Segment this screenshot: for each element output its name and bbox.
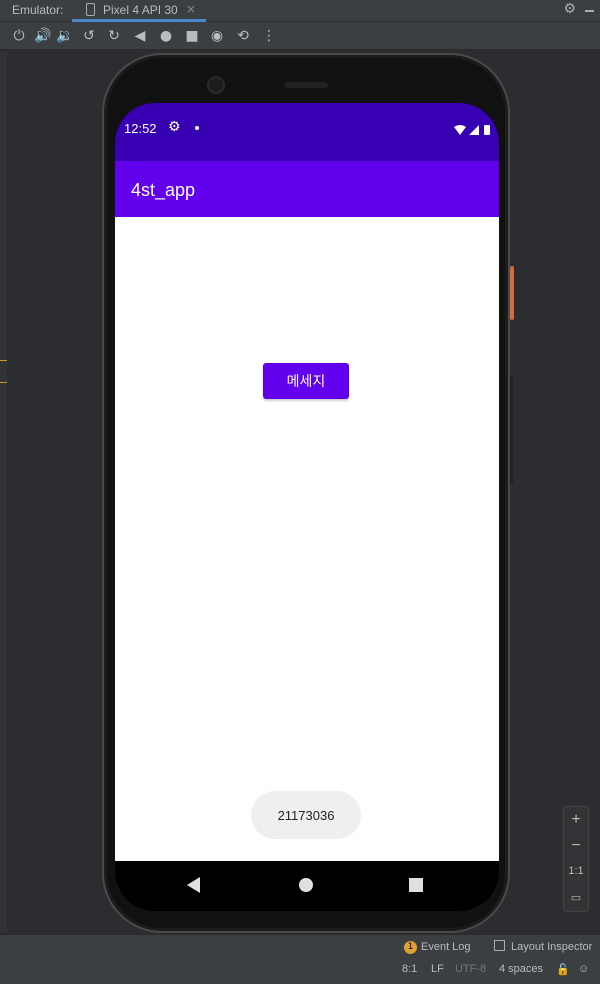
app-title: 4st_app xyxy=(131,180,196,200)
status-time: 12:52 xyxy=(124,121,157,136)
minimize-icon[interactable] xyxy=(585,10,594,12)
phone-screen: 12:52 ⚙ 4st_app 메세지 21173036 xyxy=(115,103,499,911)
volume-side-button[interactable] xyxy=(510,376,513,484)
close-icon[interactable]: × xyxy=(186,2,196,16)
app-bar: 4st_app xyxy=(115,161,499,217)
front-camera xyxy=(207,76,225,94)
android-nav-bar xyxy=(115,861,499,911)
bottom-toolbar: 1 Event Log Layout Inspector xyxy=(0,934,600,960)
camera-icon[interactable]: ◉ xyxy=(208,26,226,46)
nav-back-icon[interactable] xyxy=(187,877,200,893)
indent-setting[interactable]: 4 spaces xyxy=(499,963,543,975)
nav-recents-icon[interactable] xyxy=(409,878,423,892)
rotate-right-icon[interactable]: ↻ xyxy=(105,26,123,46)
tab-pixel-4-api-30[interactable]: Pixel 4 API 30 × xyxy=(72,0,206,22)
emulator-label: Emulator: xyxy=(12,3,64,17)
more-icon[interactable]: ⋮ xyxy=(260,26,278,46)
device-icon xyxy=(86,3,95,16)
emulator-tabbar: Emulator: Pixel 4 API 30 × ⚙ xyxy=(0,0,600,22)
notification-dot-icon xyxy=(195,126,199,130)
inspector-face-icon[interactable]: ☺ xyxy=(578,963,589,975)
volume-down-icon[interactable]: 🔉 xyxy=(56,26,74,46)
app-content: 메세지 21173036 xyxy=(115,217,499,861)
file-encoding[interactable]: UTF-8 xyxy=(455,963,486,975)
ide-status-line: 8:1 LF UTF-8 4 spaces 🔓 ☺ xyxy=(0,960,600,984)
layout-inspector-icon xyxy=(494,940,505,951)
gutter-mark xyxy=(0,382,7,383)
line-separator[interactable]: LF xyxy=(431,963,444,975)
toast-message: 21173036 xyxy=(251,791,361,839)
zoom-out-button[interactable]: − xyxy=(564,837,588,855)
phone-frame: 12:52 ⚙ 4st_app 메세지 21173036 xyxy=(102,53,510,933)
emulator-toolbar: ⏻ 🔊 🔉 ↺ ↻ ◀ ● ■ ◉ ⟲ ⋮ xyxy=(0,22,600,50)
android-status-bar: 12:52 ⚙ xyxy=(115,103,499,161)
rotate-left-icon[interactable]: ↺ xyxy=(80,26,98,46)
settings-gear-icon: ⚙ xyxy=(168,119,181,135)
event-log-button[interactable]: Event Log xyxy=(421,941,471,953)
tab-label: Pixel 4 API 30 xyxy=(103,3,178,17)
message-button[interactable]: 메세지 xyxy=(263,363,349,399)
snapshot-icon[interactable]: ⟲ xyxy=(234,26,252,46)
event-log-count-badge: 1 xyxy=(404,941,417,954)
gutter-mark xyxy=(0,360,7,361)
home-icon[interactable]: ● xyxy=(157,26,175,46)
status-icons xyxy=(453,121,493,140)
lock-icon[interactable]: 🔓 xyxy=(556,963,570,976)
layout-inspector-button[interactable]: Layout Inspector xyxy=(511,941,592,953)
caret-position[interactable]: 8:1 xyxy=(402,963,417,975)
power-side-button[interactable] xyxy=(510,266,514,320)
back-icon[interactable]: ◀ xyxy=(131,26,149,46)
power-icon[interactable]: ⏻ xyxy=(10,26,28,46)
volume-up-icon[interactable]: 🔊 xyxy=(34,26,52,46)
zoom-controls: + − 1:1 ▭ xyxy=(563,806,589,912)
nav-home-icon[interactable] xyxy=(299,878,313,892)
fit-screen-icon[interactable]: ▭ xyxy=(564,891,588,904)
overview-icon[interactable]: ■ xyxy=(183,26,201,46)
wifi-signal-battery-icon xyxy=(454,125,490,135)
zoom-actual-size-button[interactable]: 1:1 xyxy=(564,865,588,877)
editor-gutter xyxy=(0,51,7,933)
zoom-in-button[interactable]: + xyxy=(564,811,588,829)
gear-icon[interactable]: ⚙ xyxy=(563,1,576,17)
earpiece-speaker xyxy=(284,82,328,88)
